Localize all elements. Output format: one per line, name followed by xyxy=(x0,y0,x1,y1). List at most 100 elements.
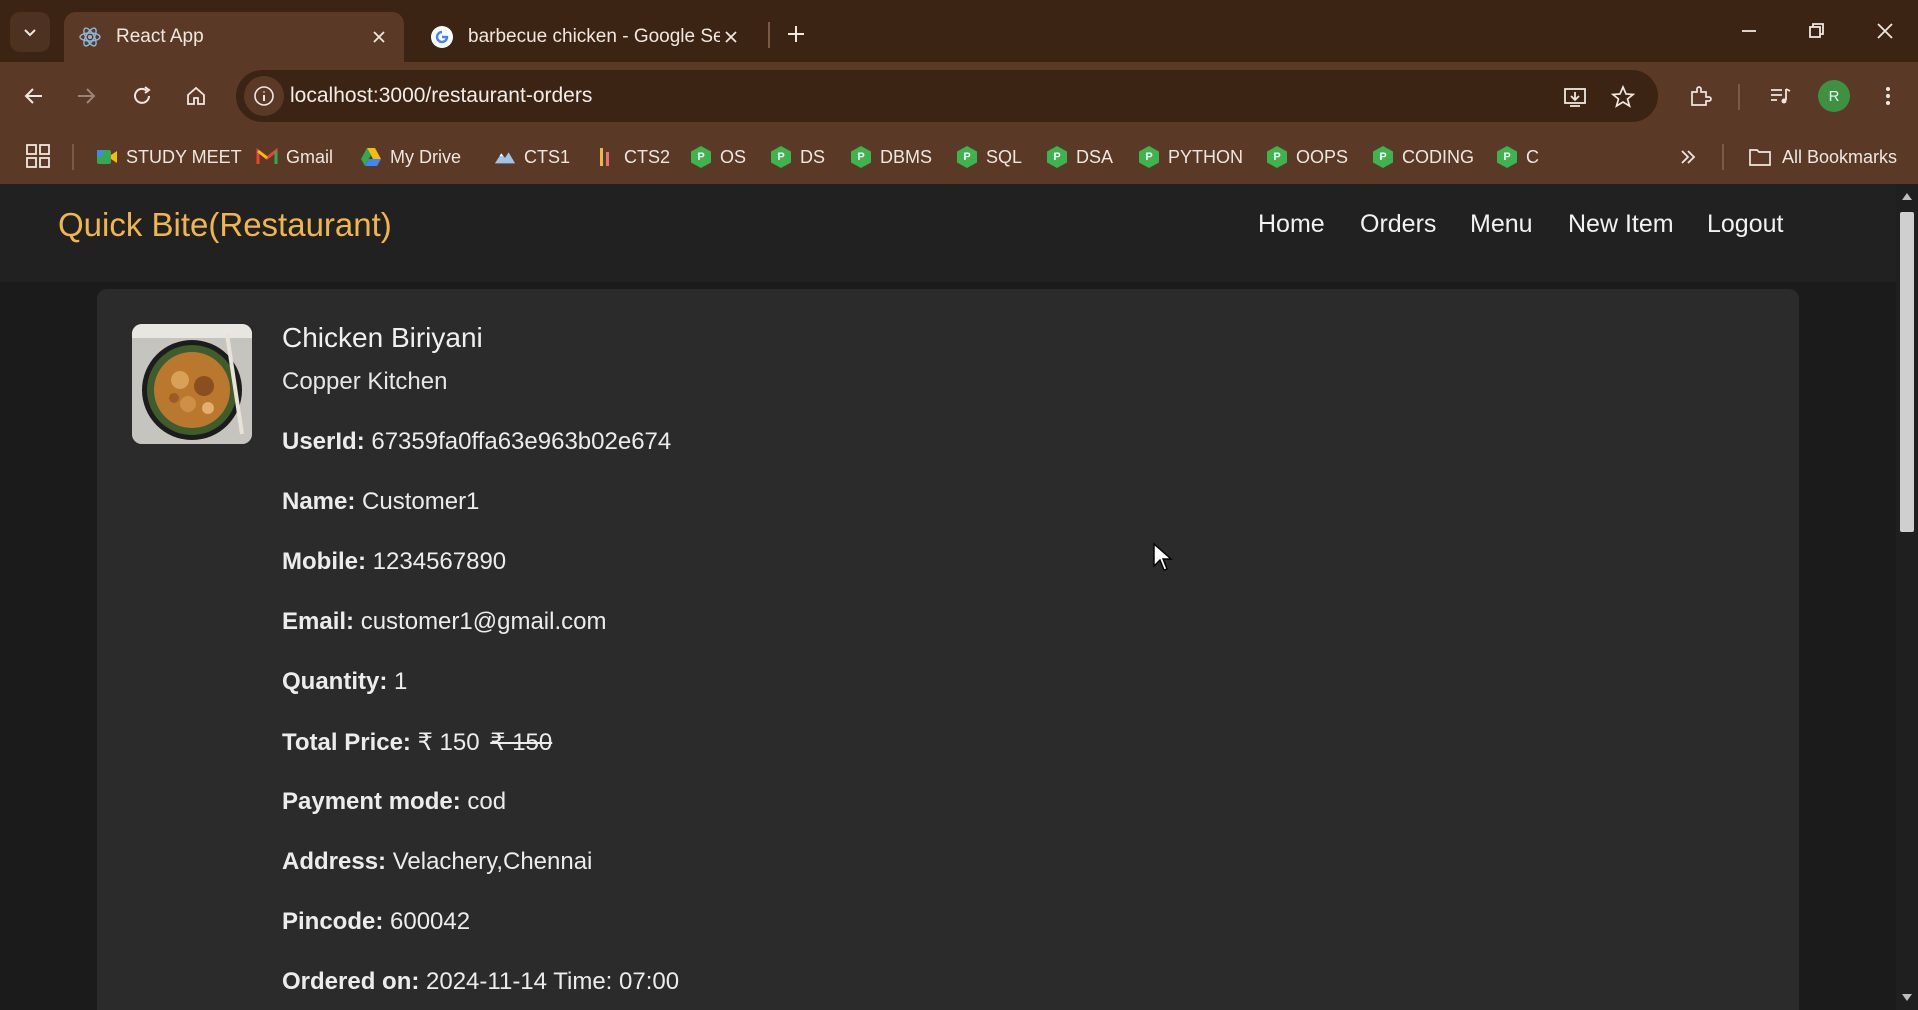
restore-icon xyxy=(1809,23,1824,38)
ordered-on-row: Ordered on: 2024-11-14 Time: 07:00 xyxy=(282,968,679,1010)
browser-menu-button[interactable] xyxy=(1868,76,1908,116)
field-value: 600042 xyxy=(390,908,471,935)
folder-icon xyxy=(1749,149,1771,166)
tab-title: barbecue chicken - Google Sea xyxy=(468,26,720,47)
field-value: 2024-11-14 Time: 07:00 xyxy=(426,968,680,995)
field-label: Ordered on: xyxy=(282,968,420,995)
brand-title[interactable]: Quick Bite(Restaurant) xyxy=(58,206,392,244)
bookmark-star-button[interactable] xyxy=(1606,80,1640,114)
restaurant-name: Copper Kitchen xyxy=(282,368,448,395)
bookmark-study-meet[interactable]: STUDY MEET xyxy=(96,142,242,172)
bookmark-ds[interactable]: P DS xyxy=(770,142,825,172)
field-label: Name: xyxy=(282,488,356,515)
nav-home[interactable]: Home xyxy=(1258,210,1325,239)
bookmark-os[interactable]: P OS xyxy=(690,142,746,172)
page-scrollbar[interactable] xyxy=(1896,184,1918,1010)
close-tab-icon[interactable] xyxy=(720,26,742,48)
all-bookmarks-button[interactable]: All Bookmarks xyxy=(1748,142,1897,172)
gem-icon: P xyxy=(850,146,872,168)
field-label: Mobile: xyxy=(282,548,366,575)
gem-icon: P xyxy=(1138,146,1160,168)
field-value: 1234567890 xyxy=(372,548,507,575)
bookmark-cts1[interactable]: CTS1 xyxy=(494,142,570,172)
close-tab-icon[interactable] xyxy=(368,26,390,48)
tab-google-search[interactable]: barbecue chicken - Google Sea xyxy=(416,12,756,62)
close-window-button[interactable] xyxy=(1862,10,1908,52)
extensions-button[interactable] xyxy=(1680,76,1720,116)
bookmark-label: OS xyxy=(720,146,747,167)
mobile-row: Mobile: 1234567890 xyxy=(282,548,679,608)
plus-icon xyxy=(788,26,804,42)
tab-react-app[interactable]: React App xyxy=(64,12,404,62)
bookmarks-bar: STUDY MEET Gmail My Drive CTS1 CTS2 P OS… xyxy=(0,130,1918,184)
bookmark-oops[interactable]: P OOPS xyxy=(1266,142,1348,172)
payment-mode-row: Payment mode: cod xyxy=(282,788,679,848)
gem-icon: P xyxy=(956,146,978,168)
field-value: 67359fa0ffa63e963b02e674 xyxy=(371,428,672,455)
field-label: UserId: xyxy=(282,428,365,455)
address-bar[interactable]: localhost:3000/restaurant-orders xyxy=(236,70,1658,122)
drive-icon xyxy=(360,146,382,168)
chevron-down-icon xyxy=(24,29,36,37)
bookmark-sql[interactable]: P SQL xyxy=(956,142,1022,172)
field-label: Quantity: xyxy=(282,668,388,695)
nav-logout[interactable]: Logout xyxy=(1707,210,1783,239)
nav-menu[interactable]: Menu xyxy=(1470,210,1533,239)
bookmark-label: DSA xyxy=(1076,146,1114,167)
google-icon xyxy=(430,25,454,49)
home-icon xyxy=(187,86,205,105)
bookmark-dbms[interactable]: P DBMS xyxy=(850,142,932,172)
page-viewport: Quick Bite(Restaurant) Home Orders Menu … xyxy=(0,184,1896,1010)
pincode-row: Pincode: 600042 xyxy=(282,908,679,968)
bookmark-dsa[interactable]: P DSA xyxy=(1046,142,1113,172)
meet-icon xyxy=(96,146,118,168)
nav-new-item[interactable]: New Item xyxy=(1568,210,1674,239)
home-button[interactable] xyxy=(176,76,216,116)
bookmark-c[interactable]: P C xyxy=(1496,142,1539,172)
star-icon xyxy=(1611,85,1635,108)
install-icon xyxy=(1564,88,1586,107)
tab-search-button[interactable] xyxy=(10,12,50,52)
site-info-button[interactable] xyxy=(244,76,284,116)
media-controls-button[interactable] xyxy=(1760,76,1800,116)
apps-grid-icon[interactable] xyxy=(24,142,52,170)
restore-button[interactable] xyxy=(1794,10,1840,52)
install-app-button[interactable] xyxy=(1558,80,1592,114)
scroll-down-arrow-icon[interactable] xyxy=(1901,992,1913,1004)
reload-button[interactable] xyxy=(122,76,162,116)
bookmark-label: PYTHON xyxy=(1168,146,1244,167)
double-chevron-right-icon xyxy=(1681,150,1696,164)
bookmark-label: CTS1 xyxy=(524,146,571,167)
profile-avatar[interactable]: R xyxy=(1818,80,1850,112)
email-row: Email: customer1@gmail.com xyxy=(282,608,679,668)
field-value: Customer1 xyxy=(362,488,480,515)
minimize-button[interactable] xyxy=(1726,10,1772,52)
bars-icon xyxy=(594,146,616,168)
new-tab-button[interactable] xyxy=(780,18,812,50)
bookmark-gmail[interactable]: Gmail xyxy=(256,142,333,172)
back-button[interactable] xyxy=(14,76,54,116)
gem-icon: P xyxy=(1046,146,1068,168)
nav-orders[interactable]: Orders xyxy=(1360,210,1436,239)
field-value: 1 xyxy=(394,668,408,695)
scroll-up-arrow-icon[interactable] xyxy=(1901,190,1913,202)
tab-strip: React App barbecue chicken - Google Sea xyxy=(0,0,1918,62)
toolbar-divider xyxy=(1738,84,1740,110)
browser-toolbar: localhost:3000/restaurant-orders xyxy=(0,62,1918,130)
bookmark-python[interactable]: P PYTHON xyxy=(1138,142,1243,172)
bookmark-coding[interactable]: P CODING xyxy=(1372,142,1474,172)
field-value: customer1@gmail.com xyxy=(360,608,607,635)
tab-title: React App xyxy=(116,26,204,47)
forward-button[interactable] xyxy=(66,76,106,116)
bookmark-my-drive[interactable]: My Drive xyxy=(360,142,461,172)
more-bookmarks-button[interactable] xyxy=(1672,142,1704,172)
more-vert-icon xyxy=(1886,87,1890,105)
field-value: Velachery,Chennai xyxy=(392,848,593,875)
field-label: Address: xyxy=(282,848,387,875)
gem-icon: P xyxy=(1372,146,1394,168)
bookmark-label: Gmail xyxy=(286,146,334,167)
bookmark-cts2[interactable]: CTS2 xyxy=(594,142,670,172)
scroll-thumb[interactable] xyxy=(1900,212,1914,532)
site-navbar: Quick Bite(Restaurant) Home Orders Menu … xyxy=(0,184,1896,282)
quantity-row: Quantity: 1 xyxy=(282,668,679,728)
